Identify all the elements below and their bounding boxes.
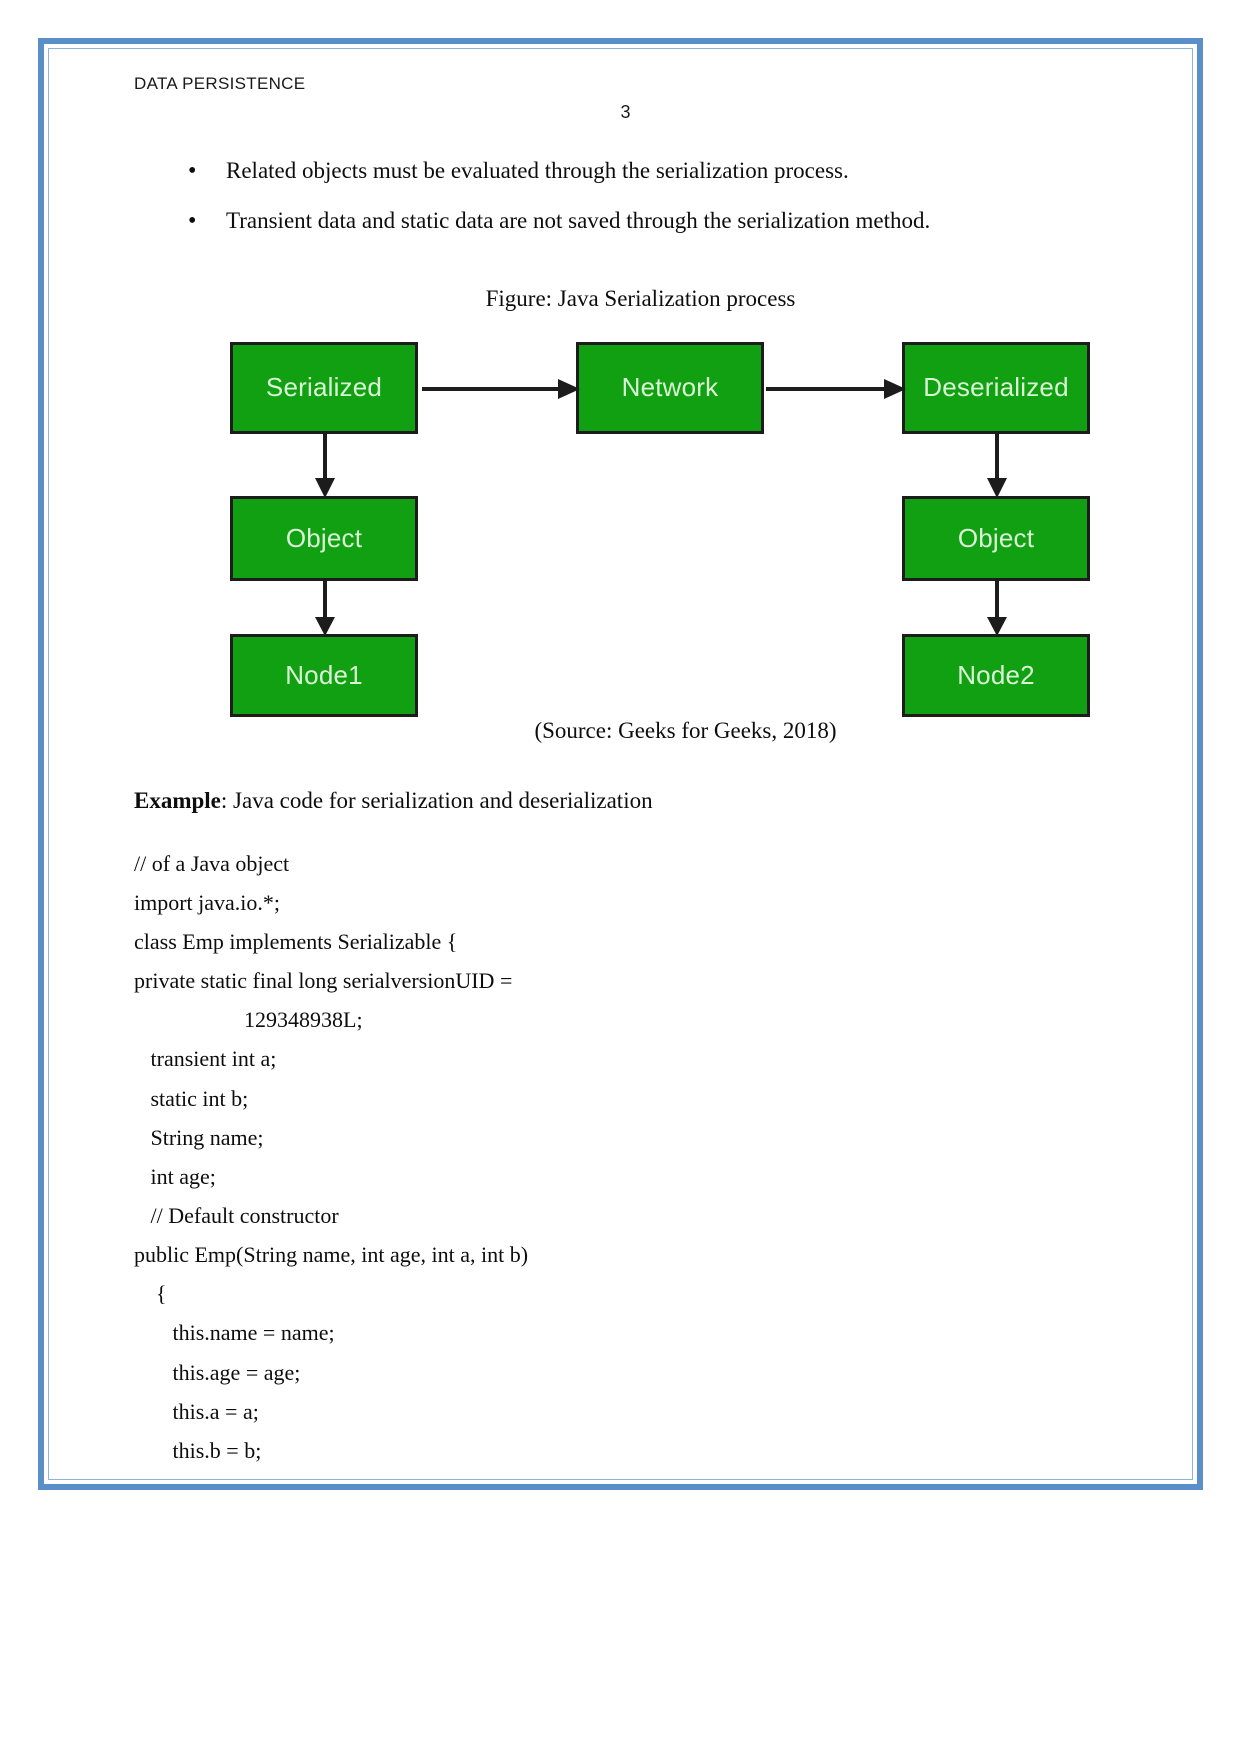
diagram-node-object-right: Object: [902, 495, 1090, 581]
code-line: {: [134, 1281, 167, 1307]
list-item: • Transient data and static data are not…: [184, 203, 1137, 240]
code-line: int age;: [134, 1163, 216, 1189]
list-item-text: Related objects must be evaluated throug…: [226, 158, 849, 183]
java-code-block: // of a Java object import java.io.*; cl…: [134, 844, 1137, 1471]
bullet-list: • Related objects must be evaluated thro…: [134, 153, 1137, 240]
arrow-deserialized-to-object-icon: [987, 433, 1007, 498]
figure-source-citation: (Source: Geeks for Geeks, 2018): [534, 717, 837, 743]
diagram-node-node2: Node2: [902, 633, 1090, 717]
code-line: static int b;: [134, 1085, 249, 1111]
diagram-node-deserialized: Deserialized: [902, 341, 1090, 434]
list-item-text: Transient data and static data are not s…: [226, 207, 931, 233]
arrow-serialized-to-object-icon: [315, 433, 335, 498]
code-line: // of a Java object: [134, 850, 290, 876]
code-line: this.age = age;: [134, 1359, 301, 1385]
example-label: Example: [134, 787, 221, 813]
code-line: private static final long serialversionU…: [134, 968, 513, 994]
arrow-object-to-node1-icon: [315, 580, 335, 636]
diagram-node-serialized: Serialized: [230, 341, 418, 434]
document-header: DATA PERSISTENCE: [134, 74, 306, 93]
code-line: String name;: [134, 1124, 264, 1150]
diagram-node-network: Network: [576, 341, 764, 434]
diagram-node-node1: Node1: [230, 633, 418, 717]
code-line: this.name = name;: [134, 1320, 335, 1346]
code-line: 129348938L;: [134, 1007, 363, 1033]
arrow-serialized-to-network-icon: [422, 378, 580, 399]
code-line: transient int a;: [134, 1046, 277, 1072]
code-line: public Emp(String name, int age, int a, …: [134, 1242, 529, 1268]
arrow-object-to-node2-icon: [987, 580, 1007, 636]
page-content: DATA PERSISTENCE 3 • Related objects mus…: [44, 44, 1197, 1484]
code-line: this.a = a;: [134, 1398, 259, 1424]
arrow-network-to-deserialized-icon: [766, 378, 906, 399]
code-line: this.b = b;: [134, 1437, 262, 1463]
code-line: import java.io.*;: [134, 889, 281, 915]
list-item: • Related objects must be evaluated thro…: [184, 153, 1137, 190]
bullet-marker-icon: •: [188, 207, 197, 234]
example-description: : Java code for serialization and deseri…: [220, 787, 653, 813]
page-border-frame: DATA PERSISTENCE 3 • Related objects mus…: [38, 38, 1203, 1490]
code-line: // Default constructor: [134, 1203, 339, 1228]
example-heading: Example: Java code for serialization and…: [134, 788, 1137, 814]
serialization-flow-diagram: Serialized Network Deserialized Object O…: [230, 330, 1090, 717]
page-number: 3: [620, 102, 631, 122]
diagram-node-object-left: Object: [230, 495, 418, 581]
code-line: class Emp implements Serializable {: [134, 928, 458, 954]
figure-block: Figure: Java Serialization process Seria…: [134, 286, 1137, 744]
bullet-marker-icon: •: [188, 158, 197, 184]
figure-caption: Figure: Java Serialization process: [485, 285, 796, 311]
